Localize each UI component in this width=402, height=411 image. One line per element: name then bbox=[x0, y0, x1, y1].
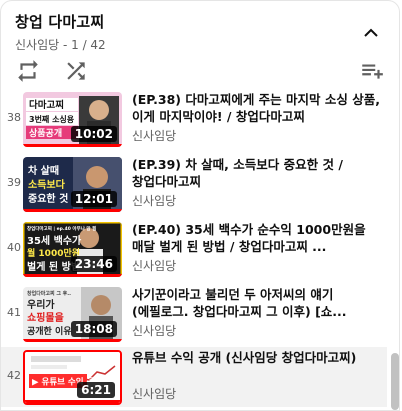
duration-badge: 23:46 bbox=[70, 256, 117, 272]
channel-name[interactable]: 신사임당 bbox=[132, 257, 176, 274]
duration-badge: 6:21 bbox=[77, 382, 115, 398]
video-thumbnail[interactable]: 창업다마고찌 그 후.. 우리가 쇼핑몰을 공개한 이유 18:08 bbox=[23, 287, 122, 342]
channel-name[interactable]: 신사임당 bbox=[132, 127, 176, 144]
video-thumbnail[interactable]: 차 살때 소득보다 중요한 것 12:01 bbox=[23, 157, 122, 212]
thumb-line: 차 살때 bbox=[28, 164, 59, 177]
list-item[interactable]: 39 차 살때 소득보다 중요한 것 12:01 (EP.39) 차 살때, 소… bbox=[1, 154, 387, 214]
thumb-line: 35세 백수가 bbox=[27, 234, 82, 247]
watched-progress-bar bbox=[23, 339, 122, 342]
watched-progress-bar bbox=[23, 209, 122, 212]
video-thumbnail[interactable]: 다마고찌 3번째 소싱용 상품공개 10:02 bbox=[23, 92, 122, 147]
duration-badge: 18:08 bbox=[70, 321, 117, 337]
channel-name[interactable]: 신사임당 bbox=[132, 192, 176, 209]
video-title[interactable]: (EP.40) 35세 백수가 순수익 1000만원을 매달 벌게 된 방법 /… bbox=[132, 221, 384, 255]
item-index: 39 bbox=[7, 176, 21, 189]
duration-badge: 10:02 bbox=[70, 126, 117, 142]
item-index: 42 bbox=[7, 369, 21, 382]
playlist-header: 창업 다마고찌 신사임당 - 1 / 42 bbox=[15, 11, 389, 91]
duration-badge: 12:01 bbox=[70, 191, 117, 207]
video-title[interactable]: 사기꾼이라고 불리던 두 아저씨의 얘기 (에필로그. 창업다마고찌 그 이후)… bbox=[132, 286, 384, 320]
scrollbar-thumb[interactable] bbox=[391, 353, 399, 410]
channel-name[interactable]: 신사임당 bbox=[132, 322, 176, 339]
thumb-line: 창업다마고찌 | ep.40 아무나 맘 필 bbox=[27, 225, 96, 232]
loop-icon[interactable] bbox=[15, 58, 41, 84]
watched-progress-bar bbox=[25, 400, 120, 403]
playlist-items: 38 다마고찌 3번째 소싱용 상품공개 10:02 (EP.38) 다마고찌에… bbox=[1, 89, 391, 410]
item-index: 40 bbox=[7, 241, 21, 254]
video-thumbnail[interactable]: ▶ 유튜브 수익 공개 6:21 bbox=[23, 350, 122, 405]
watched-progress-bar bbox=[23, 144, 122, 147]
playlist-title[interactable]: 창업 다마고찌 bbox=[15, 11, 104, 32]
video-thumbnail[interactable]: 창업다마고찌 | ep.40 아무나 맘 필 35세 백수가 월 1000만원 … bbox=[23, 222, 122, 277]
thumb-line: 우리가 bbox=[27, 298, 55, 311]
watched-progress-bar bbox=[23, 274, 122, 277]
thumb-line: 3번째 소싱용 bbox=[29, 114, 75, 124]
list-item-current[interactable]: 42 ▶ 유튜브 수익 공개 6:21 유튜브 수익 공개 (신사임당 창업다마… bbox=[1, 347, 387, 407]
channel-name[interactable]: 신사임당 bbox=[132, 385, 176, 402]
chevron-up-icon[interactable] bbox=[359, 21, 383, 45]
thumb-line: 다마고찌 bbox=[29, 99, 64, 111]
thumb-line: 소득보다 bbox=[28, 178, 66, 191]
item-index: 38 bbox=[7, 111, 21, 124]
playlist-subtitle[interactable]: 신사임당 - 1 / 42 bbox=[15, 36, 106, 53]
thumb-line: 공개한 이유 bbox=[27, 325, 72, 337]
list-item[interactable]: 40 창업다마고찌 | ep.40 아무나 맘 필 35세 백수가 월 1000… bbox=[1, 219, 387, 279]
thumb-line: 쇼핑몰을 bbox=[27, 311, 64, 324]
playlist-add-icon[interactable] bbox=[359, 58, 385, 84]
thumb-line: 창업다마고찌 그 후.. bbox=[27, 290, 71, 297]
video-title[interactable]: 유튜브 수익 공개 (신사임당 창업다마고찌) bbox=[132, 349, 384, 366]
playlist-panel: 창업 다마고찌 신사임당 - 1 / 42 38 다마고찌 3번째 소싱용 상품… bbox=[0, 0, 400, 411]
video-title[interactable]: (EP.39) 차 살때, 소득보다 중요한 것 / 창업다마고찌 bbox=[132, 156, 384, 190]
list-item[interactable]: 41 창업다마고찌 그 후.. 우리가 쇼핑몰을 공개한 이유 18:08 사기… bbox=[1, 284, 387, 344]
thumb-line: 중요한 것 bbox=[28, 192, 68, 205]
list-item[interactable]: 38 다마고찌 3번째 소싱용 상품공개 10:02 (EP.38) 다마고찌에… bbox=[1, 89, 387, 149]
thumb-line: 상품공개 bbox=[29, 127, 62, 139]
item-index: 41 bbox=[7, 306, 21, 319]
video-title[interactable]: (EP.38) 다마고찌에게 주는 마지막 소싱 상품, 이게 마지막이야! /… bbox=[132, 91, 384, 125]
shuffle-icon[interactable] bbox=[63, 58, 89, 84]
